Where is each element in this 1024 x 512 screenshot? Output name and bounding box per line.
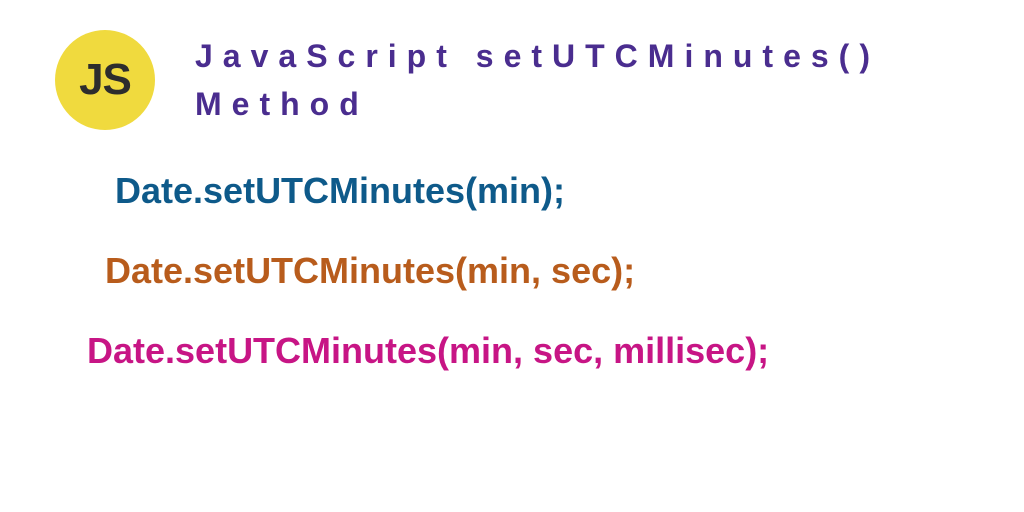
signature-three: Date.setUTCMinutes(min, sec, millisec); bbox=[87, 330, 1024, 372]
page-title: JavaScript setUTCMinutes() Method bbox=[195, 32, 1024, 128]
js-logo-badge: JS bbox=[55, 30, 155, 130]
signature-one: Date.setUTCMinutes(min); bbox=[115, 170, 1024, 212]
header: JS JavaScript setUTCMinutes() Method bbox=[0, 0, 1024, 130]
js-logo-text: JS bbox=[79, 55, 131, 105]
signature-two: Date.setUTCMinutes(min, sec); bbox=[105, 250, 1024, 292]
method-signatures: Date.setUTCMinutes(min); Date.setUTCMinu… bbox=[0, 130, 1024, 372]
